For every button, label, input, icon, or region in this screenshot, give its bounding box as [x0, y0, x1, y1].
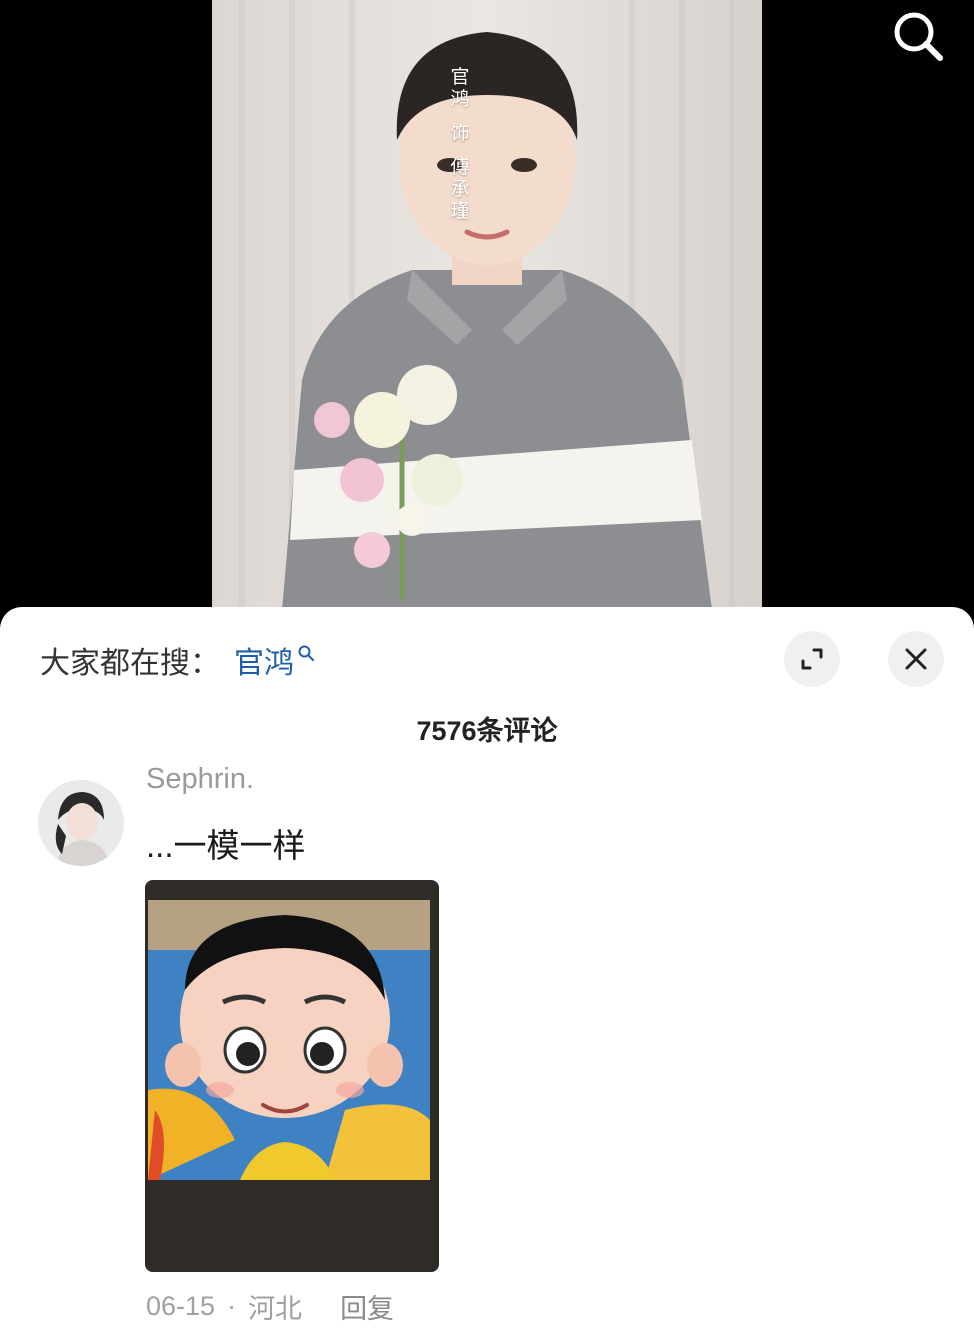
video-player[interactable]: 官 鸿 饰 傅 承 瑾: [0, 0, 974, 620]
video-caption: 官 鸿 饰 傅 承 瑾: [448, 66, 472, 222]
meta-separator: ·: [227, 1291, 237, 1321]
hot-search-label: 大家都在搜：: [40, 647, 220, 680]
caption-char: 承: [450, 178, 470, 200]
reply-button[interactable]: 回复: [340, 1287, 394, 1326]
close-button[interactable]: [888, 631, 944, 687]
username-text: Sephrin.: [146, 767, 255, 795]
caption-char: 鸿: [450, 88, 470, 110]
expand-icon: [801, 648, 823, 670]
expand-button[interactable]: [784, 631, 840, 687]
caption-char: 傅: [450, 156, 470, 178]
comments-sheet: 大家都在搜： 官鸿 7576条评论 Sephrin. ...一模一样 06-15…: [0, 607, 974, 1337]
video-still-photo: [212, 0, 762, 610]
hot-search-bar: 大家都在搜： 官鸿: [40, 640, 315, 680]
comment-meta: 06-15 · 河北 回复: [146, 1287, 394, 1326]
hot-search-link[interactable]: 官鸿: [234, 638, 294, 682]
comment-username[interactable]: Sephrin.: [146, 767, 254, 795]
comment-text: ...一模一样: [146, 827, 306, 864]
search-icon: [894, 12, 943, 61]
comment-date: 06-15: [146, 1291, 216, 1321]
avatar[interactable]: [38, 780, 124, 866]
video-frame[interactable]: 官 鸿 饰 傅 承 瑾: [212, 0, 762, 610]
avatar-image: [38, 780, 124, 866]
close-icon: [905, 648, 927, 670]
search-button[interactable]: [888, 6, 948, 66]
comment-image[interactable]: [145, 880, 439, 1272]
caption-char: 官: [450, 66, 470, 88]
comment-location: 河北: [248, 1294, 303, 1324]
caption-char: 饰: [450, 122, 470, 144]
comment-count: 7576条评论: [416, 716, 558, 746]
search-icon: [298, 645, 314, 661]
cartoon-boy-image: [145, 880, 439, 1272]
caption-char: 瑾: [450, 200, 470, 222]
